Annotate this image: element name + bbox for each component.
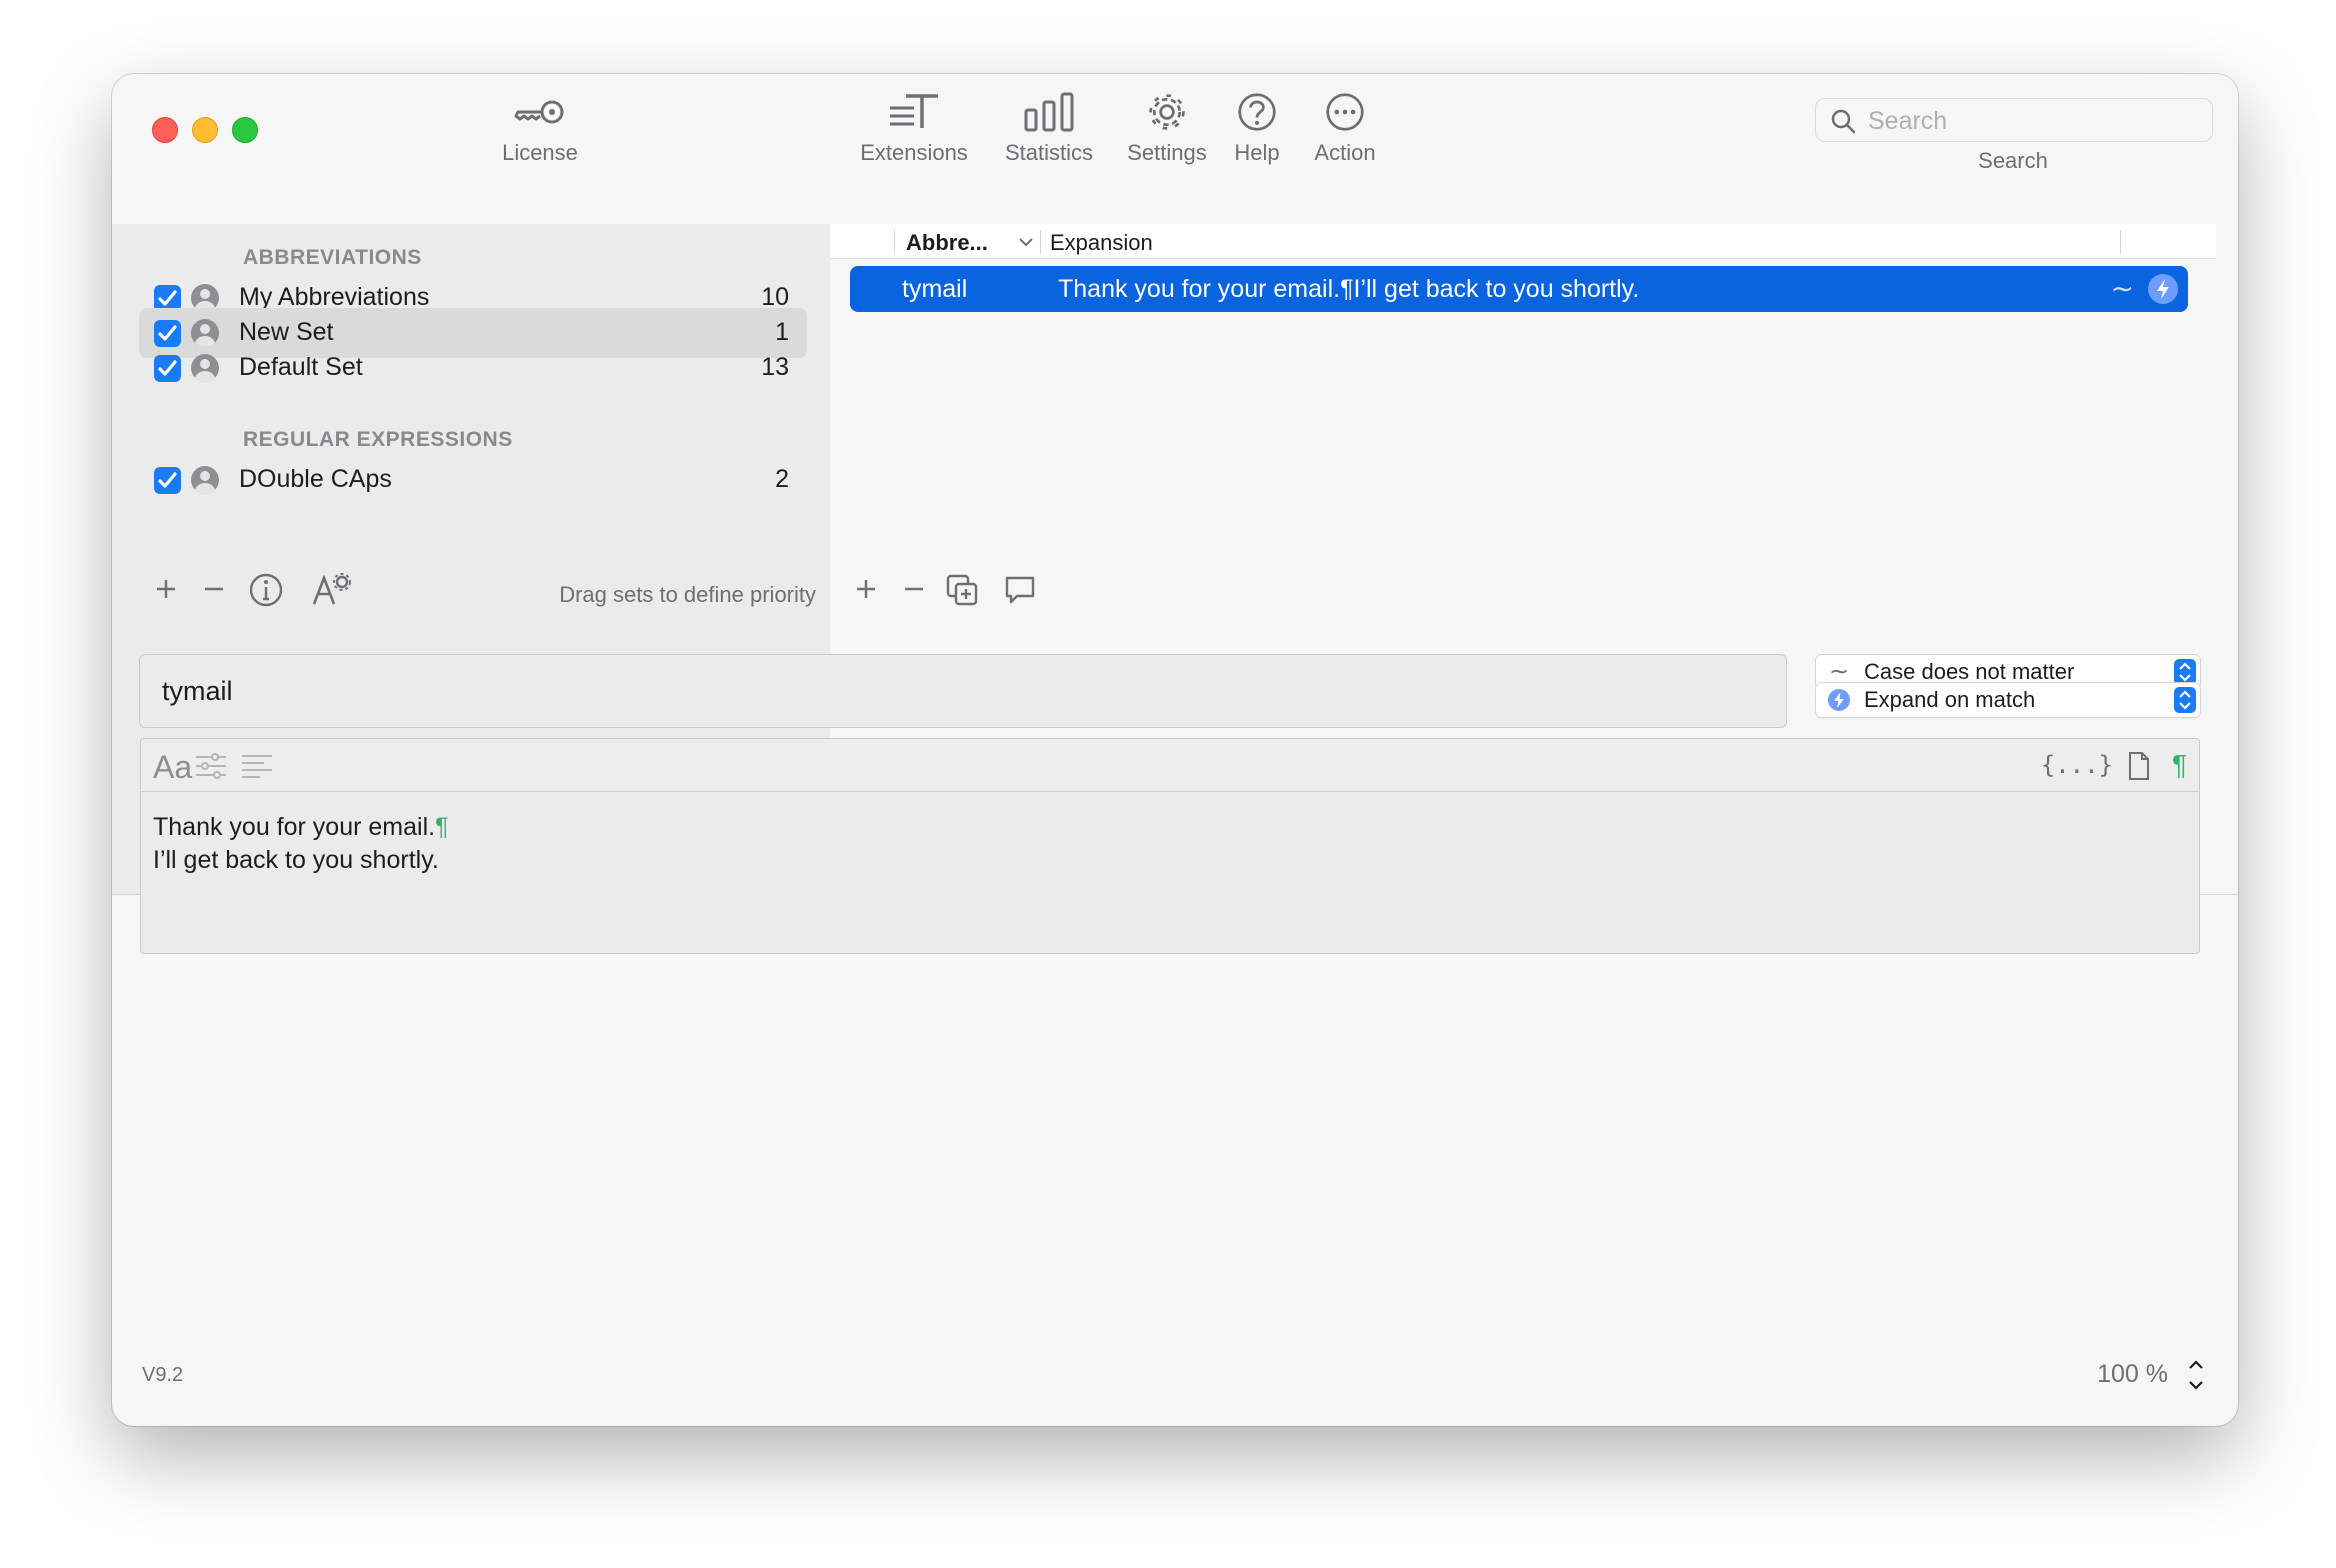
add-abbreviation-icon[interactable] <box>852 572 880 606</box>
add-set-icon[interactable] <box>152 572 180 606</box>
popup-stepper-icon <box>2174 687 2196 713</box>
row-expansion: Thank you for your email.¶I’ll get back … <box>1058 275 1640 303</box>
set-name: Default Set <box>239 353 363 381</box>
abbreviation-field[interactable] <box>139 654 1787 728</box>
checkmark-icon <box>158 360 177 376</box>
search-label: Search <box>1978 148 2048 173</box>
zoom-stepper-icon[interactable] <box>2184 1356 2208 1394</box>
set-row-default-set[interactable]: Default Set 13 <box>139 343 807 393</box>
checkmark-icon <box>158 325 177 341</box>
set-count: 2 <box>775 465 789 493</box>
set-checkbox[interactable] <box>154 355 181 382</box>
person-icon <box>191 354 219 382</box>
case-insensitive-icon: ∼ <box>2110 273 2134 304</box>
font-format-button[interactable]: Aa <box>153 749 192 786</box>
key-icon <box>514 100 564 124</box>
close-window-button[interactable] <box>152 117 178 143</box>
column-header-abbreviation[interactable]: Abbre... <box>906 230 988 256</box>
search-input[interactable] <box>1866 103 2200 139</box>
remove-abbreviation-icon[interactable] <box>900 572 928 606</box>
abbreviation-row[interactable]: tymail Thank you for your email.¶I’ll ge… <box>850 266 2188 312</box>
bolt-icon <box>1826 687 1852 713</box>
align-left-icon[interactable] <box>239 751 275 781</box>
toolbar-extensions-button[interactable]: Extensions <box>834 92 994 166</box>
remove-set-icon[interactable] <box>200 572 228 606</box>
bar-chart-icon <box>1024 92 1074 132</box>
expansion-toolbar: Aa {...} ¶ <box>141 739 2199 792</box>
text-extensions-icon <box>890 94 938 128</box>
list-header: Abbre... Expansion <box>830 224 2216 259</box>
checkmark-icon <box>158 472 177 488</box>
placeholder-insert-button[interactable]: {...} <box>2041 751 2113 779</box>
bolt-icon <box>2148 274 2178 304</box>
toolbar-license-label: License <box>502 140 578 165</box>
set-name: DOuble CAps <box>239 465 392 493</box>
set-settings-icon[interactable] <box>310 572 352 608</box>
pilcrow-toggle-icon[interactable]: ¶ <box>2172 749 2187 781</box>
drag-priority-hint: Drag sets to define priority <box>559 582 816 607</box>
expansion-text[interactable]: Thank you for your email.¶ I’ll get back… <box>153 811 449 877</box>
row-abbreviation: tymail <box>902 275 968 303</box>
expansion-line-2: I’ll get back to you shortly. <box>153 846 439 874</box>
toolbar-extensions-label: Extensions <box>860 140 968 165</box>
ellipsis-icon <box>1326 93 1364 131</box>
column-separator <box>1040 230 1041 254</box>
expand-option-popup[interactable]: Expand on match <box>1815 682 2201 718</box>
duplicate-icon[interactable] <box>944 572 980 608</box>
abbreviations-heading: ABBREVIATIONS <box>243 246 422 269</box>
expansion-line-1: Thank you for your email.¶ <box>153 813 449 841</box>
minimize-window-button[interactable] <box>192 117 218 143</box>
search-icon <box>1831 109 1856 134</box>
sliders-icon[interactable] <box>193 751 229 781</box>
chevron-down-icon[interactable] <box>1018 236 1034 248</box>
set-checkbox[interactable] <box>154 467 181 494</box>
toolbar-action-button[interactable]: Action <box>1290 92 1400 166</box>
regex-heading: REGULAR EXPRESSIONS <box>243 428 513 451</box>
zoom-window-button[interactable] <box>232 117 258 143</box>
gear-icon <box>1149 94 1185 130</box>
set-row-double-caps[interactable]: DOuble CAps 2 <box>139 455 807 505</box>
column-separator <box>894 230 895 254</box>
search-field[interactable] <box>1815 98 2213 142</box>
toolbar-license-button[interactable]: License <box>480 92 600 166</box>
toolbar-help-label: Help <box>1234 140 1280 165</box>
document-icon[interactable] <box>2127 751 2151 781</box>
version-label: V9.2 <box>142 1364 184 1386</box>
pilcrow-icon: ¶ <box>435 813 449 841</box>
toolbar-action-label: Action <box>1314 140 1376 165</box>
zoom-level: 100 % <box>2097 1360 2168 1388</box>
checkmark-icon <box>158 290 177 306</box>
toolbar-help-button[interactable]: Help <box>1212 92 1302 166</box>
column-header-expansion[interactable]: Expansion <box>1050 230 1153 256</box>
set-count: 13 <box>761 353 789 381</box>
expansion-editor[interactable]: Aa {...} ¶ Thank you for your email.¶ I’… <box>140 738 2200 954</box>
question-icon <box>1238 93 1276 131</box>
info-icon[interactable] <box>248 572 284 608</box>
app-window: License Extensions Statistics Settings H… <box>112 74 2238 1426</box>
comment-icon[interactable] <box>1002 572 1038 608</box>
person-icon <box>191 466 219 494</box>
column-separator <box>2120 230 2121 254</box>
abbreviation-input[interactable] <box>160 669 1764 713</box>
expand-option-label: Expand on match <box>1864 687 2036 712</box>
